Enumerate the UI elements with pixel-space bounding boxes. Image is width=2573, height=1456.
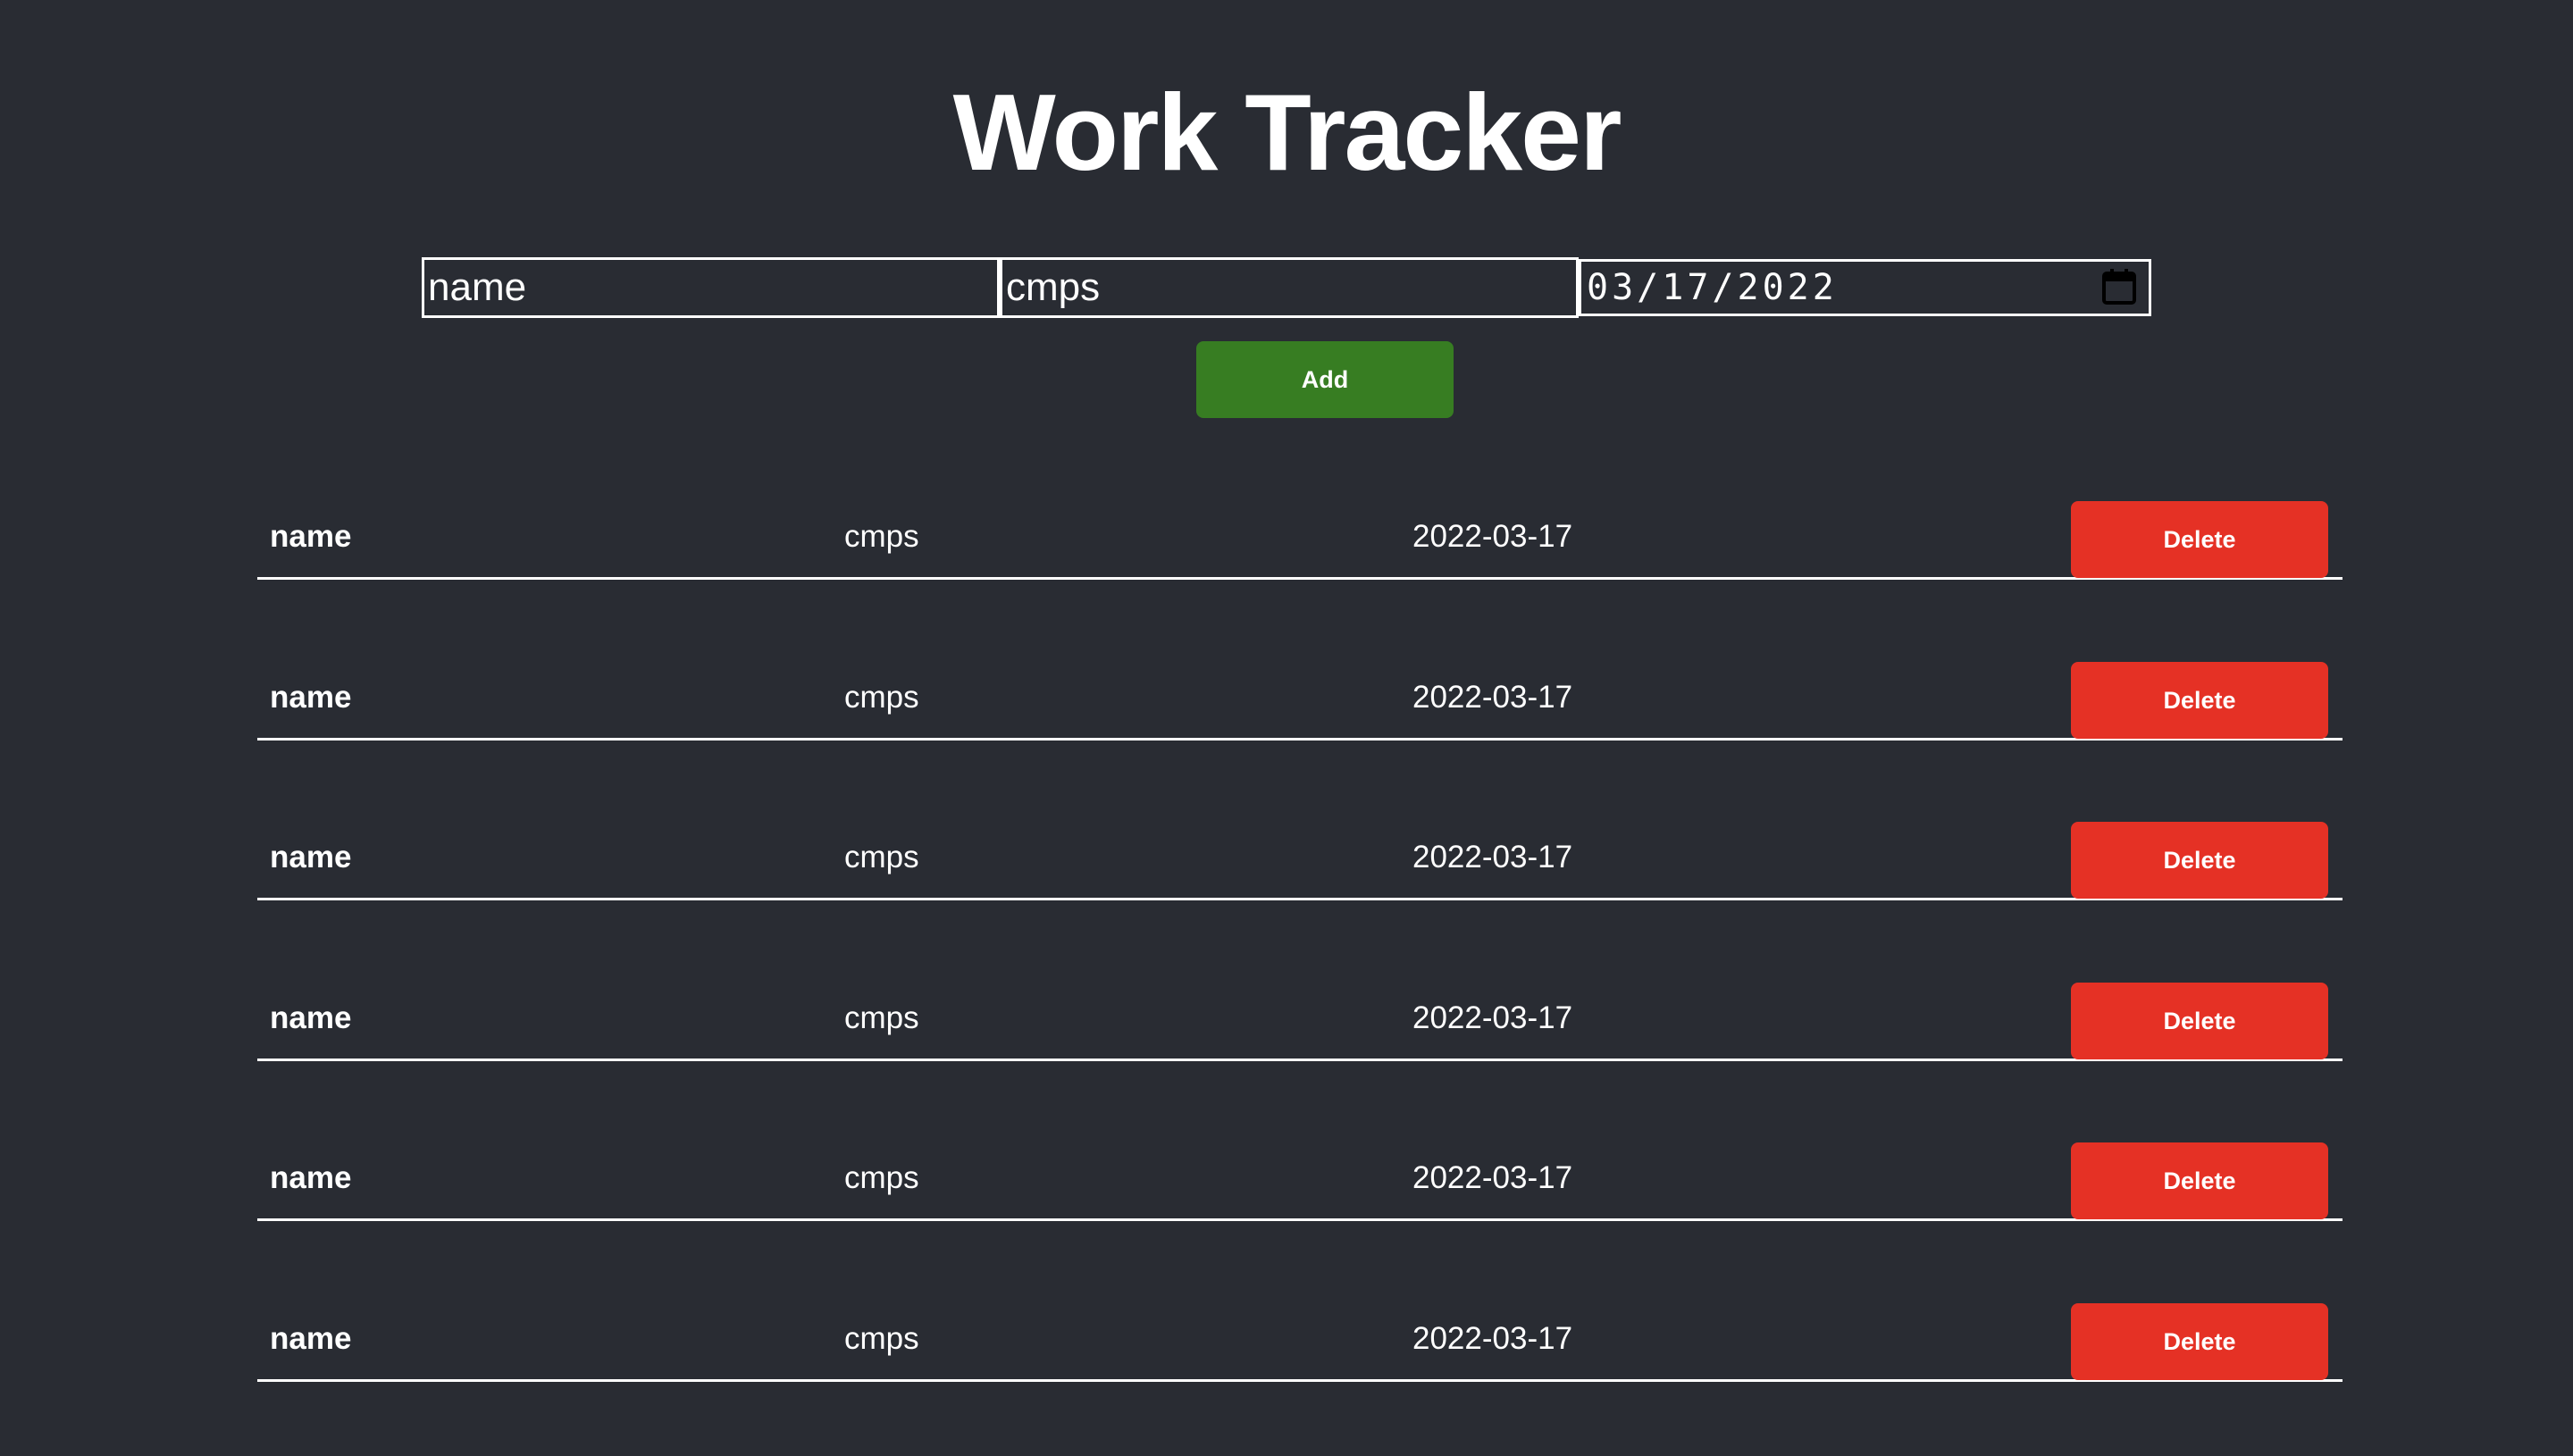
delete-button[interactable]: Delete xyxy=(2071,1303,2328,1380)
delete-button[interactable]: Delete xyxy=(2071,983,2328,1059)
entry-row: name cmps 2022-03-17 Delete xyxy=(257,1135,2343,1221)
delete-button[interactable]: Delete xyxy=(2071,501,2328,578)
entry-form: 03/17/2022 xyxy=(422,257,2151,318)
entry-name: name xyxy=(270,1321,352,1356)
entry-cmps: cmps xyxy=(844,1000,919,1035)
date-input-value: 03/17/2022 xyxy=(1587,267,1838,308)
entry-name: name xyxy=(270,1000,352,1035)
entry-row: name cmps 2022-03-17 Delete xyxy=(257,1296,2343,1382)
entry-name: name xyxy=(270,840,352,874)
entry-name: name xyxy=(270,1160,352,1195)
entry-date: 2022-03-17 xyxy=(1412,680,1573,715)
add-button[interactable]: Add xyxy=(1196,341,1454,418)
entry-name: name xyxy=(270,680,352,715)
entry-cmps: cmps xyxy=(844,519,919,554)
entry-date: 2022-03-17 xyxy=(1412,1000,1573,1035)
entry-row: name cmps 2022-03-17 Delete xyxy=(257,815,2343,900)
entry-name: name xyxy=(270,519,352,554)
entry-date: 2022-03-17 xyxy=(1412,1160,1573,1195)
name-input[interactable] xyxy=(422,257,1000,318)
entry-date: 2022-03-17 xyxy=(1412,840,1573,874)
page-title: Work Tracker xyxy=(952,71,1622,193)
entry-cmps: cmps xyxy=(844,1160,919,1195)
entry-row: name cmps 2022-03-17 Delete xyxy=(257,655,2343,741)
delete-button[interactable]: Delete xyxy=(2071,822,2328,899)
date-input[interactable]: 03/17/2022 xyxy=(1579,259,2151,316)
delete-button[interactable]: Delete xyxy=(2071,662,2328,739)
entry-date: 2022-03-17 xyxy=(1412,519,1573,554)
entry-cmps: cmps xyxy=(844,840,919,874)
work-tracker-page: Work Tracker 03/17/2022 Add name cmps 2022… xyxy=(0,0,2573,1456)
entry-cmps: cmps xyxy=(844,680,919,715)
entry-date: 2022-03-17 xyxy=(1412,1321,1573,1356)
entry-row: name cmps 2022-03-17 Delete xyxy=(257,494,2343,580)
delete-button[interactable]: Delete xyxy=(2071,1142,2328,1219)
entry-cmps: cmps xyxy=(844,1321,919,1356)
calendar-icon[interactable] xyxy=(2102,269,2136,305)
entry-row: name cmps 2022-03-17 Delete xyxy=(257,975,2343,1061)
cmps-input[interactable] xyxy=(1000,257,1579,318)
